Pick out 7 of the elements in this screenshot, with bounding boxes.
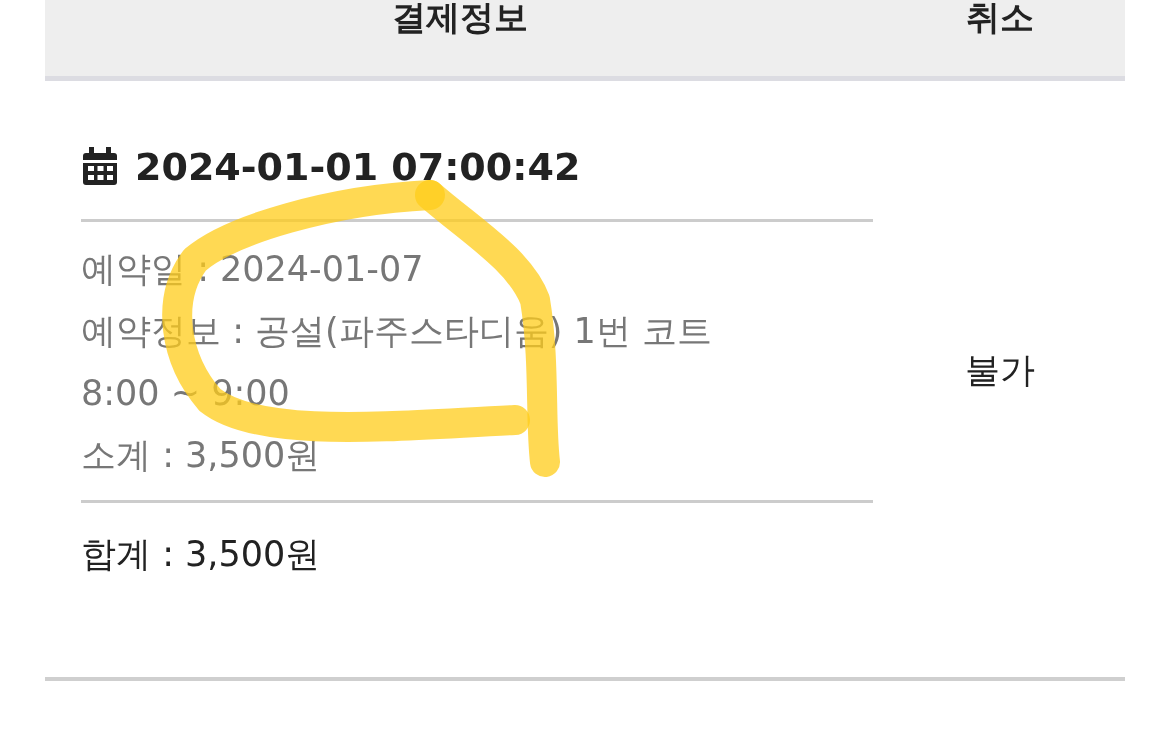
total-amount: 합계 : 3,500원	[81, 533, 322, 576]
payment-datetime: 2024-01-01 07:00:42	[135, 145, 581, 189]
cancel-status: 불가	[965, 348, 1035, 392]
calendar-icon	[81, 147, 119, 187]
reservation-detail: 소계 : 3,500원	[81, 434, 322, 477]
column-header: 결제정보	[391, 0, 529, 39]
column-header: 취소	[965, 0, 1035, 39]
